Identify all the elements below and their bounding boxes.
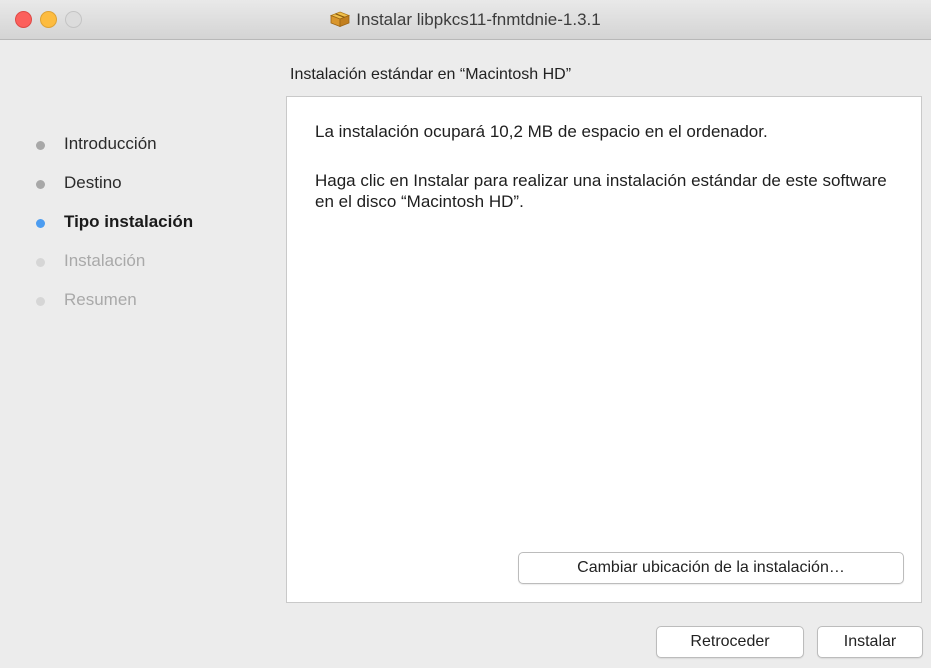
step-label: Tipo instalación [64, 212, 194, 231]
back-button[interactable]: Retroceder [656, 626, 804, 658]
window-title: Instalar libpkcs11-fnmtdnie-1.3.1 [356, 10, 601, 29]
step-introduccion: Introducción [36, 130, 193, 169]
install-button[interactable]: Instalar [817, 626, 923, 658]
change-install-location-button[interactable]: Cambiar ubicación de la instalación… [518, 552, 904, 584]
window-title-container: Instalar libpkcs11-fnmtdnie-1.3.1 [0, 10, 931, 30]
step-bullet-active [36, 219, 45, 228]
step-label: Introducción [64, 134, 157, 153]
step-label: Instalación [64, 251, 146, 270]
installer-window: Instalar libpkcs11-fnmtdnie-1.3.1 Introd… [0, 0, 931, 668]
step-destino: Destino [36, 169, 193, 208]
title-bar[interactable]: Instalar libpkcs11-fnmtdnie-1.3.1 [0, 0, 931, 40]
package-icon [330, 11, 351, 27]
page-heading: Instalación estándar en “Macintosh HD” [290, 66, 572, 83]
step-bullet [36, 141, 45, 150]
step-instalacion: Instalación [36, 247, 193, 286]
content-panel: La instalación ocupará 10,2 MB de espaci… [286, 96, 922, 603]
step-label: Resumen [64, 290, 137, 309]
install-instructions-text: Haga clic en Instalar para realizar una … [315, 171, 887, 211]
step-bullet [36, 297, 45, 306]
step-tipo-instalacion: Tipo instalación [36, 208, 193, 247]
step-label: Destino [64, 173, 122, 192]
step-resumen: Resumen [36, 286, 193, 325]
steps-sidebar: Introducción Destino Tipo instalación In… [36, 130, 193, 325]
step-bullet [36, 258, 45, 267]
step-bullet [36, 180, 45, 189]
space-required-text: La instalación ocupará 10,2 MB de espaci… [315, 122, 768, 141]
